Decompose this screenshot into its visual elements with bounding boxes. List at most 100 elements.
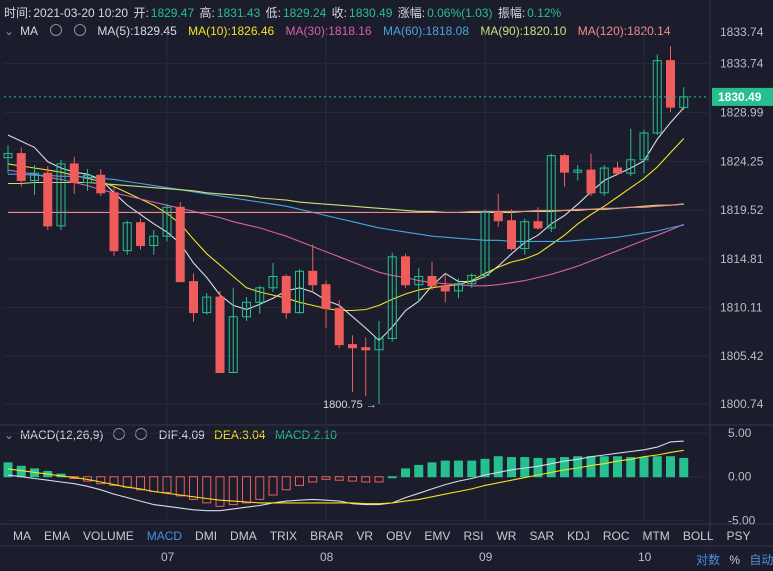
indicator-tab-psy[interactable]: PSY bbox=[727, 529, 751, 543]
macd-bar bbox=[493, 456, 503, 478]
candle[interactable] bbox=[175, 202, 185, 283]
candle[interactable] bbox=[401, 253, 410, 288]
candle[interactable] bbox=[3, 145, 13, 174]
candle[interactable] bbox=[613, 161, 622, 176]
indicator-tab-volume[interactable]: VOLUME bbox=[83, 529, 134, 543]
candle[interactable] bbox=[573, 164, 583, 181]
candle[interactable] bbox=[69, 156, 79, 194]
macd-bar bbox=[387, 476, 397, 479]
candle[interactable] bbox=[136, 218, 145, 250]
indicator-tab-sar[interactable]: SAR bbox=[529, 529, 554, 543]
macd-bar bbox=[586, 456, 596, 478]
macd-bar bbox=[281, 476, 291, 491]
macd-bar bbox=[348, 476, 357, 482]
indicator-tab-mtm[interactable]: MTM bbox=[642, 529, 669, 543]
candle[interactable] bbox=[348, 335, 357, 393]
log-scale-toggle[interactable]: 对数 bbox=[696, 553, 720, 567]
candle-body bbox=[189, 281, 198, 314]
macd-bar bbox=[414, 464, 424, 478]
percent-scale-toggle[interactable]: % bbox=[729, 553, 740, 567]
candle[interactable] bbox=[83, 169, 92, 191]
candle[interactable] bbox=[255, 285, 265, 314]
indicator-tab-dmi[interactable]: DMI bbox=[195, 529, 217, 543]
macd-bar bbox=[626, 457, 636, 478]
candle[interactable] bbox=[202, 292, 212, 315]
candle[interactable] bbox=[109, 186, 119, 256]
indicator-tab-boll[interactable]: BOLL bbox=[683, 529, 714, 543]
candle[interactable] bbox=[215, 290, 225, 373]
candle[interactable] bbox=[546, 153, 556, 233]
candle-body bbox=[586, 169, 596, 194]
candle[interactable] bbox=[30, 164, 39, 195]
candle[interactable] bbox=[16, 147, 26, 187]
candle[interactable] bbox=[586, 153, 596, 196]
candle[interactable] bbox=[507, 209, 516, 251]
candle[interactable] bbox=[599, 164, 609, 196]
candle[interactable] bbox=[308, 244, 318, 292]
candle[interactable] bbox=[56, 159, 66, 230]
indicator-tab-macd[interactable]: MACD bbox=[147, 529, 182, 543]
candle-body bbox=[493, 211, 503, 222]
chart-app: 时间: 2021-03-20 10:20 开: 1829.47 高: 1831.43 … bbox=[0, 0, 773, 571]
indicator-tab-obv[interactable]: OBV bbox=[386, 529, 411, 543]
candle[interactable] bbox=[228, 287, 238, 374]
indicator-tab-ma[interactable]: MA bbox=[13, 529, 31, 543]
macd-bar bbox=[255, 476, 265, 500]
dif-line bbox=[7, 440, 684, 512]
candle[interactable] bbox=[679, 87, 689, 110]
candle-body bbox=[507, 220, 516, 250]
candle[interactable] bbox=[149, 230, 159, 255]
indicator-tab-kdj[interactable]: KDJ bbox=[567, 529, 590, 543]
candle[interactable] bbox=[666, 46, 675, 113]
indicator-tab-brar[interactable]: BRAR bbox=[310, 529, 343, 543]
candle[interactable] bbox=[361, 337, 371, 397]
candle-body bbox=[666, 60, 675, 108]
indicator-tab-wr[interactable]: WR bbox=[496, 529, 516, 543]
indicator-tab-rsi[interactable]: RSI bbox=[463, 529, 483, 543]
y-tick-label: 1824.25 bbox=[720, 154, 764, 168]
candle[interactable] bbox=[520, 218, 530, 255]
candle[interactable] bbox=[440, 273, 450, 303]
macd-bar bbox=[454, 460, 463, 478]
candle[interactable] bbox=[268, 263, 278, 292]
macd-bar bbox=[639, 457, 649, 478]
macd-bar bbox=[599, 456, 609, 478]
macd-bar bbox=[295, 476, 304, 486]
indicator-tab-emv[interactable]: EMV bbox=[424, 529, 450, 543]
candle[interactable] bbox=[122, 220, 132, 255]
candle-body bbox=[175, 206, 185, 283]
macd-bar bbox=[440, 460, 450, 478]
candle-body bbox=[136, 222, 145, 246]
indicator-tab-dma[interactable]: DMA bbox=[230, 529, 257, 543]
candle[interactable] bbox=[189, 273, 198, 322]
candle[interactable] bbox=[281, 274, 291, 319]
candle[interactable] bbox=[480, 209, 490, 278]
indicator-tab-ema[interactable]: EMA bbox=[44, 529, 70, 543]
candle[interactable] bbox=[43, 165, 53, 230]
candle[interactable] bbox=[374, 320, 384, 404]
macd-bar bbox=[507, 457, 516, 478]
x-tick-label: 07 bbox=[161, 550, 175, 564]
indicator-tabs: MA EMA VOLUME MACD DMI DMA TRIX BRAR VR OBV EMV RSI… bbox=[0, 529, 751, 543]
candle[interactable] bbox=[652, 54, 662, 135]
indicator-tab-vr[interactable]: VR bbox=[356, 529, 373, 543]
auto-scale-toggle[interactable]: 自动 bbox=[749, 553, 773, 567]
candle-body bbox=[281, 275, 291, 314]
y-tick-label: 1828.99 bbox=[720, 105, 764, 119]
macd-bar bbox=[374, 476, 384, 483]
candle-body bbox=[334, 307, 344, 346]
macd-bar bbox=[308, 476, 318, 483]
indicator-tab-roc[interactable]: ROC bbox=[603, 529, 630, 543]
chart-canvas[interactable]: 1833.74 1828.99 1824.25 1819.52 1814.81 1810.… bbox=[0, 0, 773, 571]
macd-bar bbox=[652, 456, 662, 478]
candle[interactable] bbox=[96, 169, 106, 196]
candle[interactable] bbox=[639, 129, 649, 174]
candle[interactable] bbox=[321, 280, 331, 329]
candle[interactable] bbox=[560, 153, 569, 187]
candle[interactable] bbox=[427, 262, 437, 290]
y-tick-label: 1819.52 bbox=[720, 203, 764, 217]
ma-line-ma120 bbox=[8, 203, 684, 213]
indicator-tab-trix[interactable]: TRIX bbox=[270, 529, 297, 543]
macd-bar bbox=[175, 476, 185, 497]
candle[interactable] bbox=[387, 252, 397, 342]
